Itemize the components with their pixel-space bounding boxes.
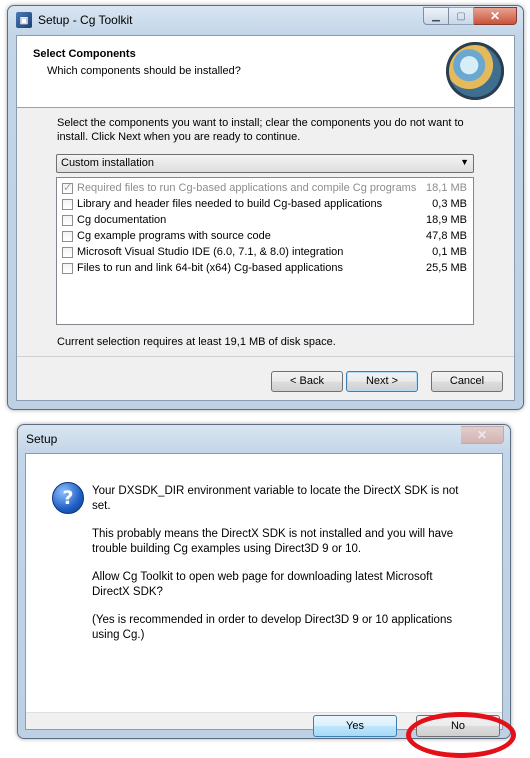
next-button[interactable]: Next > xyxy=(346,371,418,392)
component-item[interactable]: Microsoft Visual Studio IDE (6.0, 7.1, &… xyxy=(61,245,469,261)
component-label: Cg example programs with source code xyxy=(77,230,271,242)
message-box: Setup ✕ ? Your DXSDK_DIR environment var… xyxy=(17,424,516,758)
component-item[interactable]: Files to run and link 64-bit (x64) Cg-ba… xyxy=(61,261,469,277)
install-type-dropdown[interactable]: Custom installation ▼ xyxy=(56,154,474,173)
component-item[interactable]: Cg example programs with source code 47,… xyxy=(61,229,469,245)
message-paragraph: This probably means the DirectX SDK is n… xyxy=(92,528,454,555)
component-label: Library and header files needed to build… xyxy=(77,198,383,210)
component-checkbox xyxy=(62,181,73,194)
cancel-button[interactable]: Cancel xyxy=(431,371,503,392)
message-titlebar[interactable]: Setup ✕ xyxy=(18,425,510,453)
setup-app-icon: ▣ xyxy=(16,12,32,28)
cg-toolkit-logo xyxy=(446,42,504,100)
component-checkbox[interactable] xyxy=(62,263,73,274)
component-checkbox[interactable] xyxy=(62,231,73,242)
divider xyxy=(17,356,514,357)
component-item[interactable]: Library and header files needed to build… xyxy=(61,197,469,213)
component-checkbox[interactable] xyxy=(62,215,73,226)
message-paragraph: Allow Cg Toolkit to open web page for do… xyxy=(92,571,433,598)
component-size: 18,1 MB xyxy=(426,182,467,194)
component-size: 47,8 MB xyxy=(426,230,467,242)
minimize-icon[interactable]: ▁ xyxy=(423,7,449,25)
component-checkbox[interactable] xyxy=(62,199,73,210)
question-icon: ? xyxy=(52,482,84,514)
yes-button[interactable]: Yes xyxy=(313,715,397,737)
window-title: Setup - Cg Toolkit xyxy=(38,13,133,27)
component-item: Required files to run Cg-based applicati… xyxy=(61,181,469,197)
back-button[interactable]: < Back xyxy=(271,371,343,392)
setup-client: Select Components Which components shoul… xyxy=(16,35,515,401)
wizard-header: Select Components Which components shoul… xyxy=(17,36,514,108)
message-body: ? Your DXSDK_DIR environment variable to… xyxy=(26,454,502,712)
component-checkbox[interactable] xyxy=(62,247,73,258)
component-item[interactable]: Cg documentation 18,9 MB xyxy=(61,213,469,229)
component-size: 18,9 MB xyxy=(426,214,467,226)
maximize-icon: ▢ xyxy=(449,7,474,25)
message-title: Setup xyxy=(26,432,58,446)
setup-titlebar[interactable]: ▣ Setup - Cg Toolkit ▁ ▢ ✕ xyxy=(8,6,523,34)
page-title: Select Components xyxy=(33,48,136,60)
install-type-value: Custom installation xyxy=(61,157,154,169)
highlight-annotation xyxy=(406,712,516,758)
component-label: Files to run and link 64-bit (x64) Cg-ba… xyxy=(77,262,343,274)
component-label: Microsoft Visual Studio IDE (6.0, 7.1, &… xyxy=(77,246,344,258)
component-label: Required files to run Cg-based applicati… xyxy=(77,182,417,194)
setup-window: ▣ Setup - Cg Toolkit ▁ ▢ ✕ Select Compon… xyxy=(7,5,524,410)
component-size: 25,5 MB xyxy=(426,262,467,274)
message-paragraph: Your DXSDK_DIR environment variable to l… xyxy=(92,485,459,512)
message-client: ? Your DXSDK_DIR environment variable to… xyxy=(25,453,516,758)
component-size: 0,1 MB xyxy=(432,246,467,258)
page-subtitle: Which components should be installed? xyxy=(47,65,241,77)
message-paragraph: (Yes is recommended in order to develop … xyxy=(92,614,453,641)
intro-text: Select the components you want to instal… xyxy=(57,117,464,143)
disk-space-status: Current selection requires at least 19,1… xyxy=(57,336,336,348)
chevron-down-icon: ▼ xyxy=(460,157,469,167)
close-icon[interactable]: ✕ xyxy=(474,7,517,25)
close-icon: ✕ xyxy=(461,426,504,444)
component-size: 0,3 MB xyxy=(432,198,467,210)
components-list[interactable]: Required files to run Cg-based applicati… xyxy=(56,177,474,325)
component-label: Cg documentation xyxy=(77,214,167,226)
message-text: Your DXSDK_DIR environment variable to l… xyxy=(92,484,472,656)
